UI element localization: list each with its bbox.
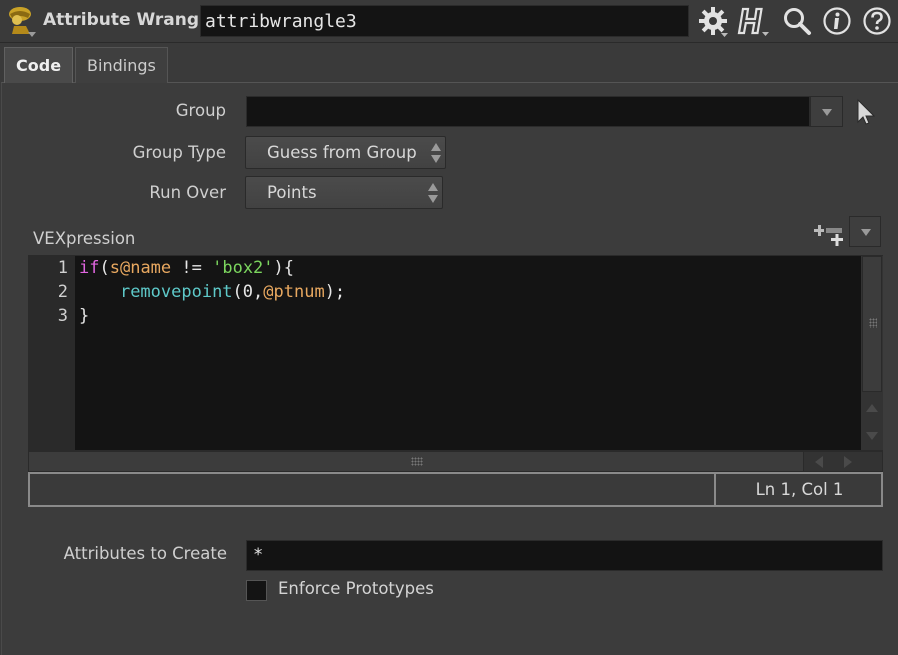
vex-code-editor[interactable]: 1 2 3 if(s@name != 'box2'){ removepoint(… [28, 255, 883, 451]
group-type-menu[interactable]: Guess from Group [245, 136, 446, 169]
vertical-scrollbar[interactable] [861, 256, 883, 450]
parameter-tabs: Code Bindings [4, 47, 168, 83]
group-dropdown-button[interactable] [810, 96, 843, 127]
line-number-gutter: 1 2 3 [29, 256, 75, 450]
node-name-input[interactable]: attribwrangle3 [200, 5, 689, 37]
scroll-up-arrow[interactable] [866, 404, 878, 412]
updown-arrows-icon [428, 181, 438, 205]
tab-bindings[interactable]: Bindings [75, 47, 168, 83]
select-arrow-icon[interactable] [852, 96, 880, 128]
add-snippet-icon[interactable] [812, 222, 846, 250]
attributes-to-create-input[interactable]: * [246, 540, 883, 571]
code-line: } [79, 306, 89, 330]
group-type-value: Guess from Group [267, 143, 417, 162]
attributes-to-create-label: Attributes to Create [63, 544, 227, 563]
wrangle-node-icon [9, 7, 36, 37]
attribute-token: s@name [109, 258, 172, 278]
enforce-prototypes-label: Enforce Prototypes [278, 579, 434, 598]
updown-arrows-icon [431, 141, 441, 165]
group-type-label: Group Type [132, 143, 226, 162]
grip-icon [869, 318, 877, 328]
scroll-down-arrow[interactable] [866, 432, 878, 440]
cursor-position: Ln 1, Col 1 [755, 480, 844, 499]
run-over-value: Points [267, 183, 317, 202]
line-number: 2 [57, 282, 68, 302]
search-icon[interactable] [781, 5, 813, 37]
vertical-scroll-thumb[interactable] [862, 256, 882, 392]
gear-icon[interactable] [697, 5, 729, 37]
header-divider [0, 42, 898, 43]
line-number: 3 [57, 306, 68, 326]
parameter-header: Attribute Wrangle attribwrangle3 [0, 0, 898, 42]
function-token: removepoint [119, 282, 233, 302]
punct-token: ( [99, 258, 110, 278]
attribute-token: @ptnum [263, 282, 325, 302]
editor-status-bar: Ln 1, Col 1 [28, 472, 883, 507]
horizontal-scrollbar[interactable] [28, 451, 883, 472]
vexpression-label: VEXpression [33, 229, 136, 248]
run-over-menu[interactable]: Points [245, 176, 443, 209]
run-over-label: Run Over [149, 183, 226, 202]
line-number: 1 [57, 258, 68, 278]
code-line: if(s@name != 'box2'){ [79, 258, 294, 282]
code-line: removepoint(0,@ptnum); [79, 282, 345, 306]
scroll-right-arrow[interactable] [844, 456, 852, 468]
punct-token: ){ [273, 258, 295, 278]
group-input[interactable] [246, 96, 810, 127]
snippet-dropdown-button[interactable] [849, 216, 881, 247]
info-icon[interactable] [821, 5, 853, 37]
punct-token: ); [324, 282, 346, 302]
group-label: Group [175, 101, 226, 120]
punct-token: (0, [232, 282, 264, 302]
scroll-left-arrow[interactable] [815, 456, 823, 468]
operator-token: != [171, 258, 213, 278]
string-token: 'box2' [212, 258, 274, 278]
node-type-label: Attribute Wrangle [43, 10, 217, 30]
houdini-help-icon[interactable] [737, 5, 769, 37]
tab-code[interactable]: Code [4, 47, 74, 83]
keyword-token: if [79, 258, 100, 278]
code-text[interactable]: if(s@name != 'box2'){ removepoint(0,@ptn… [79, 256, 345, 356]
punct-token: } [79, 306, 90, 326]
horizontal-scroll-thumb[interactable] [29, 452, 804, 471]
grip-icon [411, 457, 423, 466]
help-icon[interactable] [861, 5, 893, 37]
status-message [30, 474, 716, 505]
enforce-prototypes-checkbox[interactable] [246, 580, 267, 601]
